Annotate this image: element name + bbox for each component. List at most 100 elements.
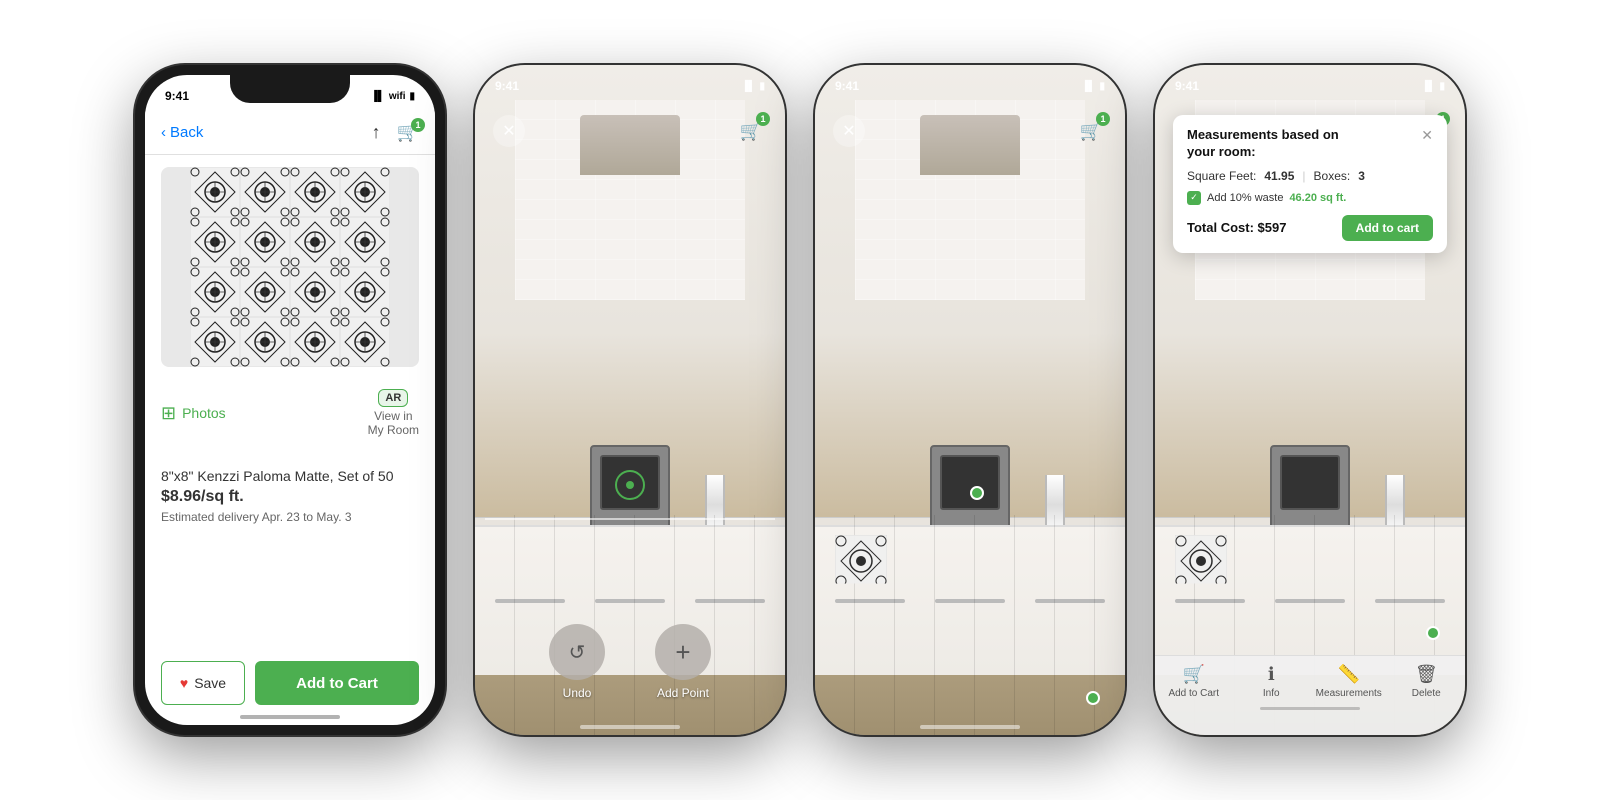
- status-bar-2: 9:41 ▐▌ ▮: [475, 65, 785, 101]
- measurements-row: Square Feet: 41.95 | Boxes: 3: [1187, 169, 1433, 183]
- status-icons-2: ▐▌ ▮: [741, 81, 765, 92]
- green-dot-br: [1086, 691, 1100, 705]
- status-time-3: 9:41: [835, 79, 859, 93]
- wifi-icon: wifi: [389, 91, 406, 102]
- ar-bottom-controls: ↺ Undo + Add Point: [475, 624, 785, 700]
- ar-label: View inMy Room: [368, 409, 419, 438]
- ar-cart-badge-3: 1: [1096, 112, 1110, 126]
- sq-ft-value: 41.95: [1264, 169, 1294, 183]
- toolbar-add-to-cart[interactable]: 🛒 Add to Cart: [1155, 664, 1233, 699]
- save-label: Save: [194, 675, 226, 691]
- battery-icon-2: ▮: [759, 81, 765, 92]
- sq-ft-label: Square Feet:: [1187, 169, 1256, 183]
- signal-icon-2: ▐▌: [741, 81, 755, 92]
- toolbar-measurements[interactable]: 📏 Measurements: [1310, 664, 1388, 699]
- measurements-panel: Measurements based on your room: ✕ Squar…: [1173, 115, 1447, 253]
- product-options: ⊞ Photos AR View inMy Room: [145, 379, 435, 448]
- battery-icon: ▮: [409, 91, 415, 102]
- add-point-icon-circle: +: [655, 624, 711, 680]
- toolbar-measurements-icon: 📏: [1338, 664, 1360, 685]
- battery-icon-4: ▮: [1439, 81, 1445, 92]
- home-indicator-2: [580, 725, 680, 729]
- boxes-value: 3: [1358, 169, 1365, 183]
- signal-icon-4: ▐▌: [1421, 81, 1435, 92]
- ar-badge: AR: [378, 389, 408, 407]
- bottom-buttons: ♥ Save Add to Cart: [161, 661, 419, 705]
- grid-icon: ⊞: [161, 403, 176, 424]
- oven-window-3: [940, 455, 1000, 510]
- share-button[interactable]: ↑: [372, 122, 381, 143]
- signal-icon-3: ▐▌: [1081, 81, 1095, 92]
- status-bar-3: 9:41 ▐▌ ▮: [815, 65, 1125, 101]
- phone-3: 9:41 ▐▌ ▮ ✕ 🛒 1: [815, 65, 1125, 735]
- toolbar-delete-icon: 🗑: [1415, 664, 1438, 685]
- green-dot-tl: [970, 486, 984, 500]
- status-icons-1: ▐▌ wifi ▮: [371, 91, 415, 102]
- waste-amount: 46.20 sq ft.: [1289, 192, 1346, 204]
- status-bar-4: 9:41 ▐▌ ▮: [1155, 65, 1465, 101]
- photos-label: Photos: [182, 405, 226, 421]
- add-to-cart-label: Add to Cart: [296, 675, 378, 692]
- tile-overlay-3: [835, 535, 1105, 735]
- status-icons-4: ▐▌ ▮: [1421, 81, 1445, 92]
- toolbar-delete[interactable]: 🗑 Delete: [1388, 664, 1466, 699]
- phone-1-screen: 9:41 ▐▌ wifi ▮ ‹ Back ↑ 🛒 1: [145, 75, 435, 725]
- add-point-button[interactable]: + Add Point: [655, 624, 711, 700]
- green-dot-4: [1426, 626, 1440, 640]
- total-cost-text: Total Cost: $597: [1187, 220, 1286, 235]
- phone-4-screen: 9:41 ▐▌ ▮ ✕ 🛒 1 Measurements based on yo…: [1155, 65, 1465, 735]
- panel-header: Measurements based on your room: ✕: [1187, 127, 1433, 161]
- panel-title: Measurements based on your room:: [1187, 127, 1347, 161]
- undo-button[interactable]: ↺ Undo: [549, 624, 605, 700]
- toolbar-measurements-label: Measurements: [1316, 688, 1382, 699]
- ar-cart-button-3[interactable]: 🛒 1: [1075, 115, 1107, 147]
- status-time-1: 9:41: [165, 89, 189, 103]
- toolbar-info-label: Info: [1263, 688, 1280, 699]
- scan-line: [485, 518, 775, 520]
- photos-button[interactable]: ⊞ Photos: [161, 403, 226, 424]
- save-button[interactable]: ♥ Save: [161, 661, 245, 705]
- back-label: Back: [170, 124, 203, 141]
- panel-close-button[interactable]: ✕: [1421, 127, 1433, 144]
- kitchen-scene-3: [815, 65, 1125, 735]
- toolbar-info-icon: ℹ: [1268, 664, 1275, 685]
- cart-button[interactable]: 🛒 1: [397, 122, 419, 143]
- undo-icon-circle: ↺: [549, 624, 605, 680]
- panel-add-to-cart-button[interactable]: Add to cart: [1342, 215, 1433, 241]
- status-icons-3: ▐▌ ▮: [1081, 81, 1105, 92]
- chevron-left-icon: ‹: [161, 124, 166, 141]
- status-time-2: 9:41: [495, 79, 519, 93]
- product-info: 8"x8" Kenzzi Paloma Matte, Set of 50 $8.…: [145, 456, 435, 536]
- product-name: 8"x8" Kenzzi Paloma Matte, Set of 50: [161, 468, 419, 484]
- toolbar-add-to-cart-label: Add to Cart: [1168, 688, 1219, 699]
- signal-icon: ▐▌: [371, 91, 385, 102]
- boxes-label: Boxes:: [1314, 169, 1351, 183]
- phone-4: 9:41 ▐▌ ▮ ✕ 🛒 1 Measurements based on yo…: [1155, 65, 1465, 735]
- battery-icon-3: ▮: [1099, 81, 1105, 92]
- toolbar-info[interactable]: ℹ Info: [1233, 664, 1311, 699]
- ar-cart-button-2[interactable]: 🛒 1: [735, 115, 767, 147]
- ar-bottom-toolbar: 🛒 Add to Cart ℹ Info 📏 Measurements 🗑 De…: [1155, 655, 1465, 735]
- undo-label: Undo: [563, 686, 592, 700]
- range-hood-2: [580, 115, 680, 175]
- ar-close-button-2[interactable]: ✕: [493, 115, 525, 147]
- add-to-cart-button[interactable]: Add to Cart: [255, 661, 419, 705]
- scan-point: [615, 470, 645, 500]
- range-hood-3: [920, 115, 1020, 175]
- phone-3-screen: 9:41 ▐▌ ▮ ✕ 🛒 1: [815, 65, 1125, 735]
- waste-row: ✓ Add 10% waste 46.20 sq ft.: [1187, 191, 1433, 205]
- notch-1: [230, 75, 350, 103]
- phone-2-screen: 9:41 ▐▌ ▮ ✕ 🛒 1 ↺ Undo + Add Point: [475, 65, 785, 735]
- waste-checkbox[interactable]: ✓: [1187, 191, 1201, 205]
- ar-cart-badge-2: 1: [756, 112, 770, 126]
- nav-icons: ↑ 🛒 1: [372, 122, 419, 143]
- nav-bar-1: ‹ Back ↑ 🛒 1: [145, 111, 435, 155]
- cart-badge-1: 1: [411, 118, 425, 132]
- back-button[interactable]: ‹ Back: [161, 124, 203, 141]
- ar-view-button[interactable]: AR View inMy Room: [368, 389, 419, 438]
- total-row: Total Cost: $597 Add to cart: [1187, 215, 1433, 241]
- home-indicator-1: [240, 715, 340, 719]
- waste-label: Add 10% waste: [1207, 192, 1283, 204]
- ar-close-button-3[interactable]: ✕: [833, 115, 865, 147]
- home-indicator-3: [920, 725, 1020, 729]
